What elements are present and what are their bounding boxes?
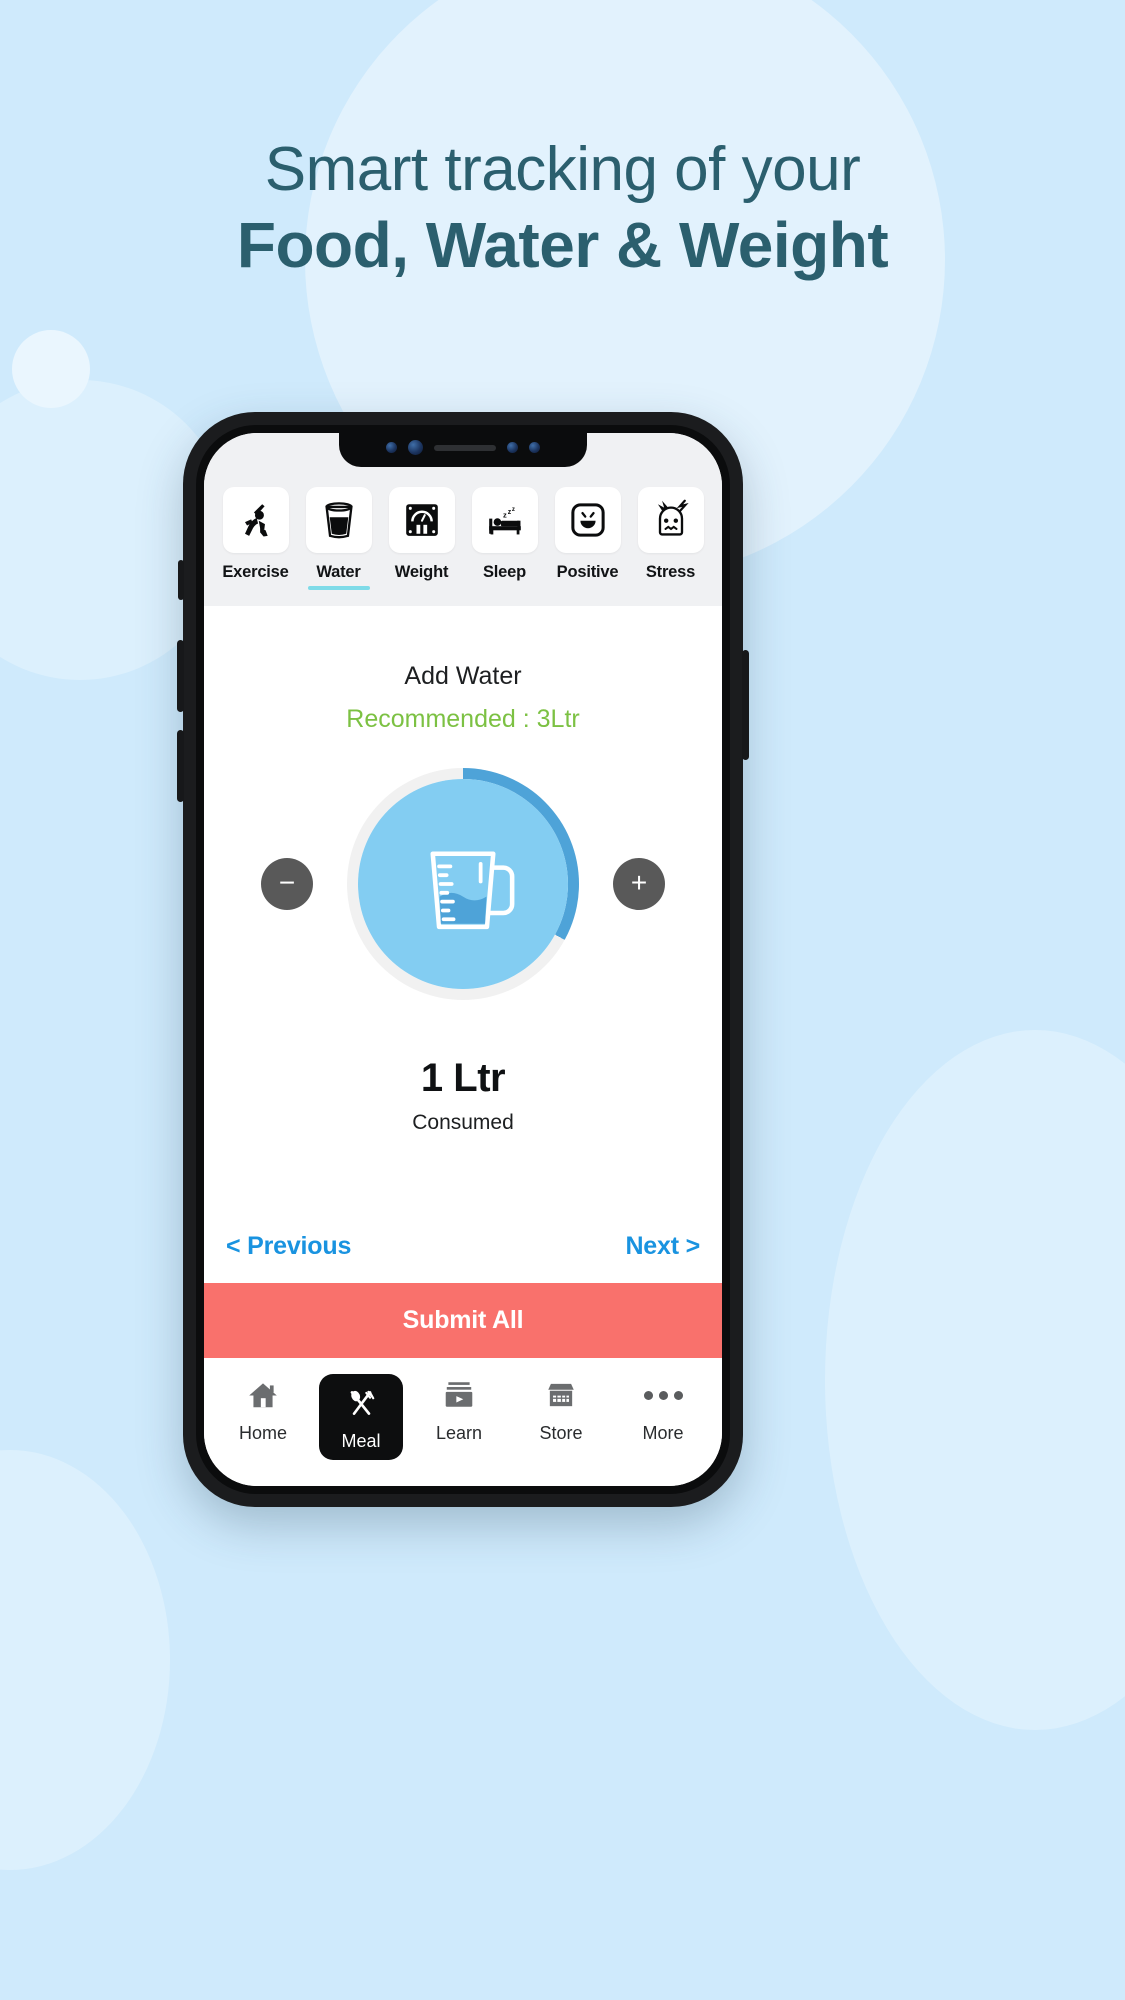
bottom-nav-label: Home bbox=[238, 1423, 287, 1443]
category-underline bbox=[557, 586, 619, 590]
phone-screen: Exercise Water Weight z z z Sleep Positi… bbox=[204, 433, 722, 1486]
phone-power-button bbox=[742, 650, 749, 760]
category-label: Exercise bbox=[222, 563, 289, 581]
category-label: Water bbox=[316, 563, 361, 581]
background-circle-small bbox=[12, 330, 90, 408]
phone-bezel: Exercise Water Weight z z z Sleep Positi… bbox=[196, 425, 730, 1494]
stress-head-icon bbox=[657, 499, 689, 536]
exercise-icon bbox=[244, 504, 268, 537]
category-tab-exercise[interactable]: Exercise bbox=[218, 487, 293, 590]
home-icon bbox=[249, 1383, 277, 1408]
svg-text:z: z bbox=[507, 509, 511, 516]
positive-tile[interactable] bbox=[554, 487, 621, 553]
phone-volume-down-button bbox=[177, 730, 184, 802]
bottom-nav-item-home[interactable]: Home bbox=[217, 1374, 309, 1444]
bottom-nav-label: More bbox=[642, 1423, 684, 1443]
increase-water-button[interactable]: + bbox=[613, 858, 665, 910]
recommended-intake-label: Recommended : 3Ltr bbox=[346, 705, 580, 733]
dial-face bbox=[358, 779, 568, 989]
page-title: Add Water bbox=[404, 662, 522, 690]
category-underline bbox=[391, 586, 453, 590]
background-circle-bottom-left bbox=[0, 1450, 170, 1870]
category-label: Weight bbox=[394, 563, 449, 581]
background-circle-lower-right bbox=[825, 1030, 1125, 1730]
video-list-icon bbox=[445, 1382, 473, 1407]
promo-headline: Smart tracking of your Food, Water & Wei… bbox=[0, 138, 1125, 279]
store-icon-wrap bbox=[544, 1374, 578, 1416]
water-amount-caption: Consumed bbox=[412, 1111, 514, 1134]
category-underline bbox=[307, 586, 370, 590]
category-tab-stress[interactable]: Stress bbox=[633, 487, 708, 590]
water-tile[interactable] bbox=[305, 487, 372, 553]
category-tab-weight[interactable]: Weight bbox=[384, 487, 459, 590]
dial-disc bbox=[358, 779, 568, 989]
home-icon-wrap bbox=[246, 1374, 280, 1416]
sleep-bed-icon: z z z bbox=[488, 506, 521, 535]
smiley-face-icon bbox=[570, 503, 605, 537]
notch-sensor-icon bbox=[386, 442, 397, 453]
submit-all-button[interactable]: Submit All bbox=[204, 1283, 722, 1358]
pager-row: < Previous Next > bbox=[204, 1232, 722, 1261]
bottom-nav-item-meal[interactable]: Meal bbox=[319, 1374, 403, 1460]
headline-line-1: Smart tracking of your bbox=[264, 135, 861, 204]
category-label: Stress bbox=[645, 563, 696, 581]
stress-tile[interactable] bbox=[637, 487, 704, 553]
phone-mute-switch bbox=[178, 560, 184, 600]
bottom-nav-label: Learn bbox=[435, 1423, 483, 1443]
bottom-nav-item-more[interactable]: More bbox=[617, 1374, 709, 1444]
more-icon-wrap bbox=[643, 1374, 683, 1416]
sleep-tile[interactable]: z z z bbox=[471, 487, 538, 553]
category-label: Positive bbox=[556, 563, 619, 581]
shop-icon bbox=[548, 1383, 574, 1407]
measuring-jug-icon bbox=[430, 851, 515, 930]
svg-text:z: z bbox=[511, 506, 514, 513]
water-progress-dial[interactable] bbox=[347, 768, 579, 1000]
exercise-tile[interactable] bbox=[222, 487, 289, 553]
cutlery-icon bbox=[350, 1390, 375, 1415]
category-tab-water[interactable]: Water bbox=[301, 487, 376, 590]
weight-tile[interactable] bbox=[388, 487, 455, 553]
phone-volume-up-button bbox=[177, 640, 184, 712]
category-tab-sleep[interactable]: z z z Sleep bbox=[467, 487, 542, 590]
phone-notch bbox=[339, 433, 587, 467]
learn-icon-wrap bbox=[442, 1374, 476, 1416]
bottom-nav-label: Meal bbox=[341, 1431, 381, 1451]
headline-line-2: Food, Water & Weight bbox=[236, 209, 889, 282]
svg-text:z: z bbox=[502, 510, 506, 519]
earpiece-speaker bbox=[434, 444, 496, 451]
bottom-navigation-bar: Home Meal Learn Store More bbox=[204, 1358, 722, 1486]
bottom-nav-label: Store bbox=[539, 1423, 583, 1443]
weighing-scale-icon bbox=[405, 504, 438, 536]
cutlery-icon-wrap bbox=[344, 1382, 378, 1424]
bottom-nav-item-learn[interactable]: Learn bbox=[413, 1374, 505, 1444]
water-stepper-row: − + bbox=[204, 768, 722, 1000]
notch-light-sensor-icon bbox=[529, 442, 540, 453]
category-tab-positive[interactable]: Positive bbox=[550, 487, 625, 590]
ellipsis-icon bbox=[643, 1390, 683, 1400]
decrease-water-button[interactable]: − bbox=[261, 858, 313, 910]
front-camera-icon bbox=[408, 440, 423, 455]
water-glass-icon bbox=[324, 502, 353, 539]
next-link[interactable]: Next > bbox=[625, 1232, 700, 1261]
bottom-nav-item-store[interactable]: Store bbox=[515, 1374, 607, 1444]
category-underline bbox=[225, 586, 287, 590]
phone-mockup: Exercise Water Weight z z z Sleep Positi… bbox=[177, 412, 749, 1507]
category-label: Sleep bbox=[482, 563, 527, 581]
previous-link[interactable]: < Previous bbox=[226, 1232, 351, 1261]
water-amount-value: 1 Ltr bbox=[420, 1056, 506, 1100]
add-water-panel: Add Water Recommended : 3Ltr − + 1 Ltr C… bbox=[204, 606, 722, 1283]
category-underline bbox=[640, 586, 702, 590]
notch-proximity-sensor-icon bbox=[507, 442, 518, 453]
category-underline bbox=[474, 586, 536, 590]
